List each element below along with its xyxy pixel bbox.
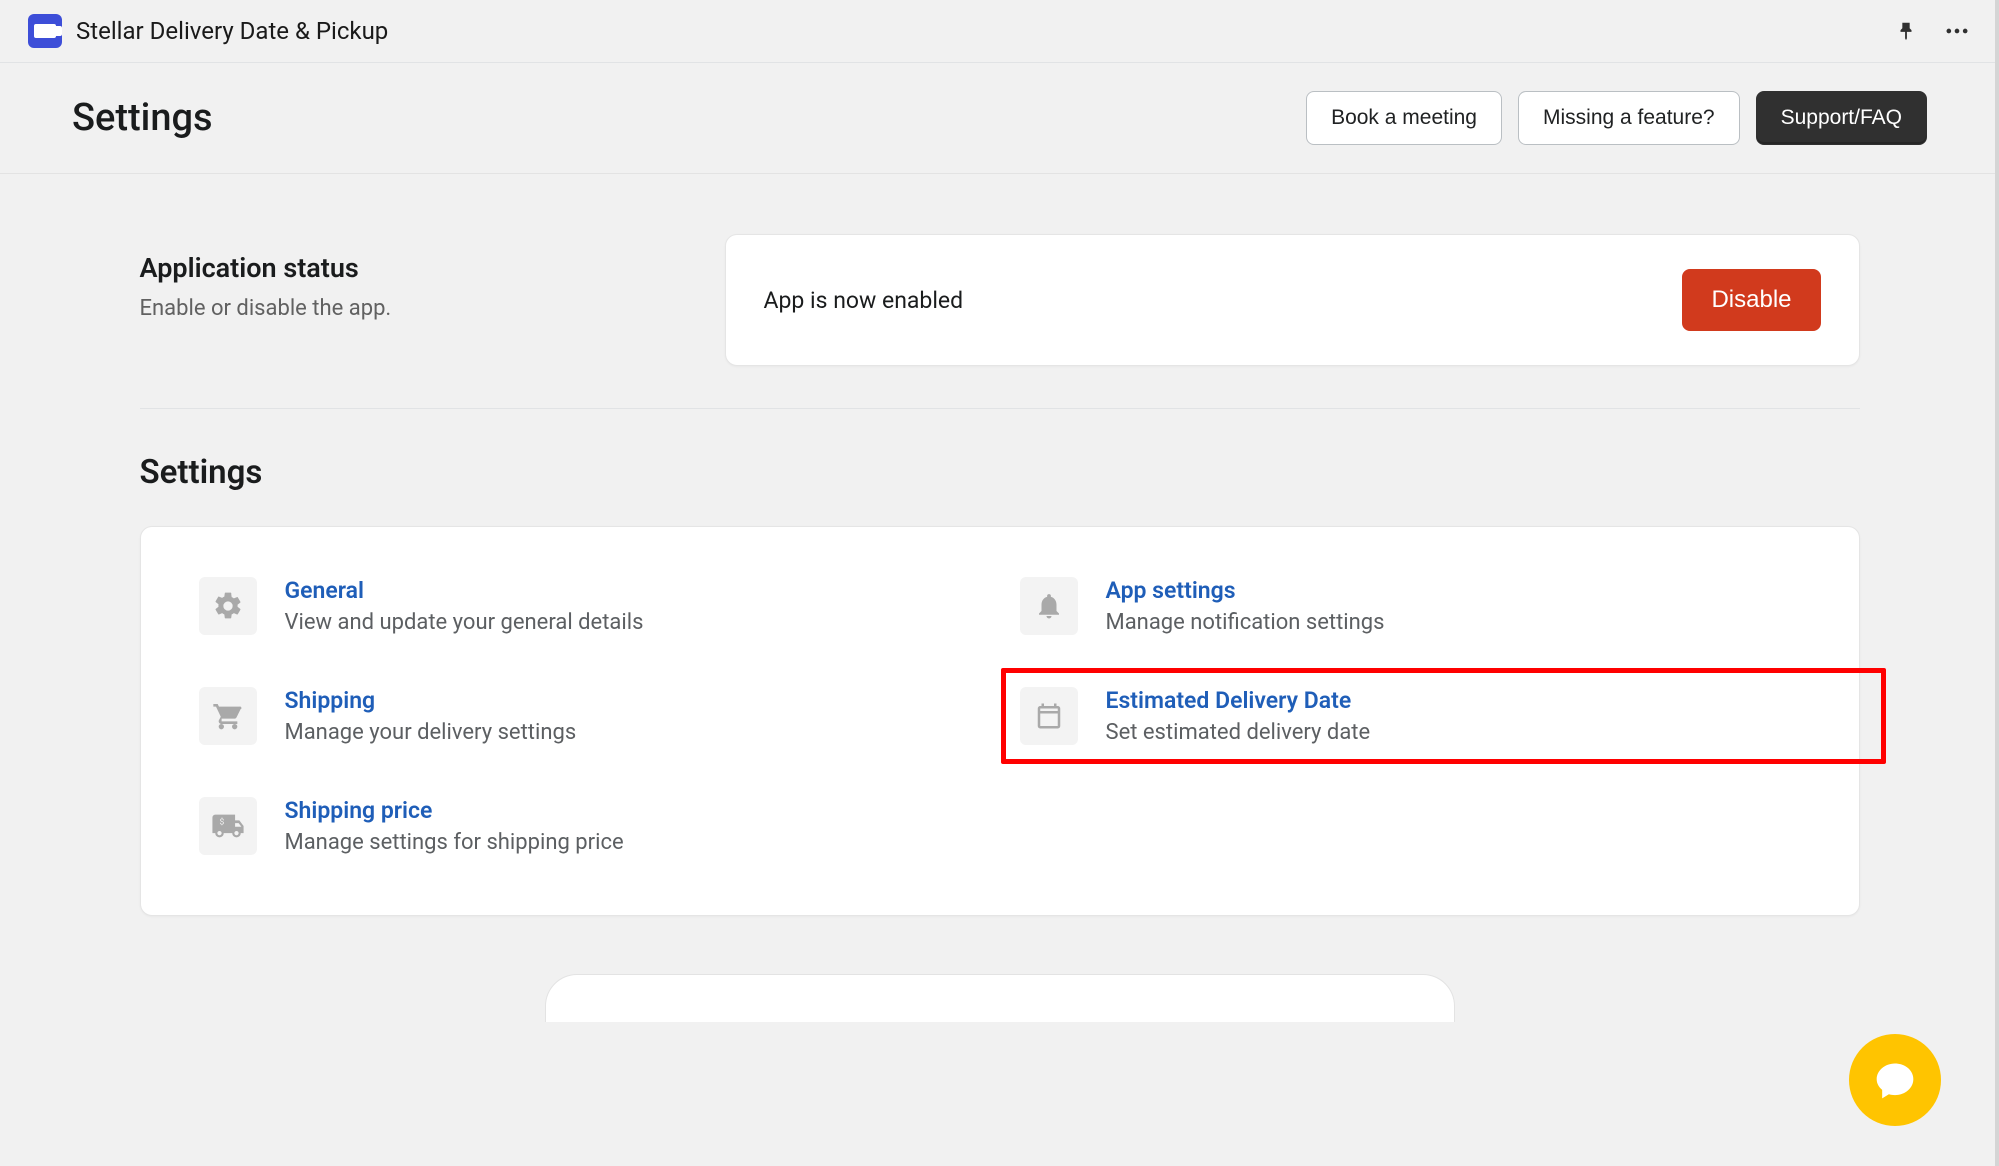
page-title: Settings xyxy=(72,96,213,140)
app-status-card: App is now enabled Disable xyxy=(725,234,1860,366)
settings-item-shipping-price[interactable]: $ Shipping price Manage settings for shi… xyxy=(199,797,980,855)
settings-section-heading: Settings xyxy=(140,453,1860,492)
settings-item-shipping[interactable]: Shipping Manage your delivery settings xyxy=(199,687,980,745)
footer-pill xyxy=(545,974,1455,1022)
disable-button[interactable]: Disable xyxy=(1682,269,1820,331)
pin-icon[interactable] xyxy=(1895,20,1917,42)
delivery-truck-icon: $ xyxy=(199,797,257,855)
settings-item-title: Shipping price xyxy=(285,797,624,824)
app-name: Stellar Delivery Date & Pickup xyxy=(76,17,388,45)
settings-item-description: Set estimated delivery date xyxy=(1106,720,1371,745)
settings-item-title: App settings xyxy=(1106,577,1385,604)
svg-text:$: $ xyxy=(219,817,224,828)
settings-item-description: Manage notification settings xyxy=(1106,610,1385,635)
settings-item-title: Shipping xyxy=(285,687,577,714)
cart-icon xyxy=(199,687,257,745)
support-faq-button[interactable]: Support/FAQ xyxy=(1756,91,1927,145)
settings-item-title: General xyxy=(285,577,644,604)
main-content: Application status Enable or disable the… xyxy=(0,174,1999,1022)
gear-icon xyxy=(199,577,257,635)
app-top-bar: Stellar Delivery Date & Pickup xyxy=(0,0,1999,63)
settings-grid: General View and update your general det… xyxy=(140,526,1860,916)
app-status-text: App is now enabled xyxy=(764,287,964,314)
settings-item-title: Estimated Delivery Date xyxy=(1106,687,1371,714)
settings-item-general[interactable]: General View and update your general det… xyxy=(199,577,980,635)
app-status-heading: Application status xyxy=(140,252,725,284)
more-icon[interactable] xyxy=(1943,17,1971,45)
bell-icon xyxy=(1020,577,1078,635)
settings-item-description: Manage your delivery settings xyxy=(285,720,577,745)
app-status-description: Enable or disable the app. xyxy=(140,296,725,321)
app-status-section: Application status Enable or disable the… xyxy=(140,230,1860,409)
calendar-icon xyxy=(1020,687,1078,745)
book-meeting-button[interactable]: Book a meeting xyxy=(1306,91,1502,145)
page-header: Settings Book a meeting Missing a featur… xyxy=(0,63,1999,174)
scrollbar[interactable] xyxy=(1995,0,1999,1166)
settings-item-app-settings[interactable]: App settings Manage notification setting… xyxy=(1020,577,1801,635)
chat-fab-button[interactable] xyxy=(1849,1034,1941,1126)
app-logo-icon xyxy=(28,14,62,48)
settings-item-description: Manage settings for shipping price xyxy=(285,830,624,855)
missing-feature-button[interactable]: Missing a feature? xyxy=(1518,91,1740,145)
settings-item-estimated-delivery[interactable]: Estimated Delivery Date Set estimated de… xyxy=(1020,687,1801,745)
settings-item-description: View and update your general details xyxy=(285,610,644,635)
